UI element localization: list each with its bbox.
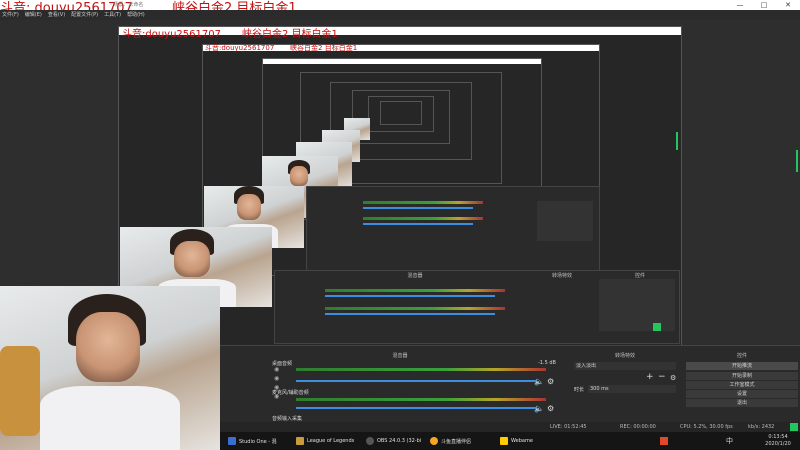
nested-rank-text-2: 峡谷白金2 目标白金1 [290, 44, 358, 52]
taskbar-item-douyu[interactable]: 斗鱼直播伴侣 [426, 432, 475, 450]
taskbar-item-obs[interactable]: OBS 24.0.3 (32-bi [362, 432, 425, 450]
controls-title: 控件 [736, 353, 747, 359]
start-streaming-button[interactable]: 开始推流 [686, 362, 798, 370]
controls-panel: 控件 开始推流 开始录制 工作室模式 设置 退出 [684, 346, 800, 423]
tray-app-icon[interactable] [660, 437, 668, 445]
obs-icon [366, 437, 374, 445]
menu-file[interactable]: 文件(F) [2, 10, 19, 20]
nested-rank-text-1: 峡谷白金2 目标白金1 [242, 29, 338, 40]
status-bar: LIVE: 01:52:45 REC: 00:00:00 CPU: 5.2%, … [220, 422, 800, 432]
mixer-ch2-meter [296, 398, 546, 401]
remove-transition-button[interactable]: − [658, 372, 666, 382]
studio-mode-button[interactable]: 工作室模式 [686, 381, 798, 389]
cpu-status: CPU: 5.2%, 30.00 fps [680, 424, 733, 430]
preview-canvas[interactable]: 斗音:douyu2561707 峡谷白金2 目标白金1 斗音:douyu2561… [0, 20, 800, 450]
stream-health-indicator [790, 423, 798, 431]
mixer-ch2-slider[interactable] [296, 407, 536, 409]
nested-obs-panels-2 [306, 186, 600, 272]
nested-obs-panels-1: 混音器 转场特效 控件 [274, 270, 680, 344]
nested-controls-title: 控件 [634, 273, 645, 279]
nested-title-text-2: 斗音:douyu2561707 [205, 44, 275, 52]
start-recording-button[interactable]: 开始录制 [686, 372, 798, 380]
webame-icon [500, 437, 508, 445]
mixer-panel: 混音器 桌面音频 -1.5 dB 🔈 ⚙ 麦克风/辅助音频 🔈 ⚙ 音频输入采集… [220, 346, 565, 423]
gear-icon[interactable]: ⚙ [670, 374, 676, 382]
speaker-icon[interactable]: 🔈 [534, 404, 544, 413]
resize-handle-edge[interactable] [796, 150, 798, 172]
kbps-status: kb/s: 2432 [748, 424, 775, 430]
speaker-icon[interactable]: 🔈 [534, 377, 544, 386]
live-status: LIVE: 01:52:45 [550, 424, 587, 430]
menu-view[interactable]: 查看(V) [48, 10, 65, 20]
gear-icon[interactable]: ⚙ [547, 404, 554, 413]
taskbar-item-webame[interactable]: Webame [496, 432, 537, 450]
nested-mixer-title: 混音器 [407, 273, 423, 279]
nested-transitions-title: 转场特效 [551, 273, 572, 279]
taskbar-item-studio-one[interactable]: Studio One - 混 [224, 432, 281, 450]
visibility-icons[interactable]: ◉ ◉ ◉ ◉ [274, 365, 282, 407]
webcam-main [0, 286, 220, 450]
menu-help[interactable]: 帮助(H) [127, 10, 145, 20]
transition-select[interactable]: 淡入淡出 [574, 362, 676, 370]
transitions-panel: 转场特效 淡入淡出 + − ⚙ 时长 300 ms [570, 346, 680, 423]
duration-label: 时长 [574, 387, 585, 393]
taskbar: Studio One - 混 League of Legends OBS 24.… [220, 432, 800, 450]
duration-input[interactable]: 300 ms [588, 385, 676, 393]
close-icon[interactable]: ✕ [776, 0, 800, 10]
league-icon [296, 437, 304, 445]
resize-handle-right[interactable] [676, 132, 678, 150]
clock-date: 2020/1/20 [765, 441, 791, 447]
mixer-ch1-meter [296, 368, 546, 371]
app-title-small: - 场景：未命名 [110, 2, 144, 8]
maximize-icon[interactable]: □ [752, 0, 776, 10]
title-bar: 斗音: douyu2561707 峡谷白金2 目标白金1 - 场景：未命名 — … [0, 0, 800, 16]
taskbar-item-league[interactable]: League of Legends [292, 432, 358, 450]
clock-time: 0:13:54 [768, 434, 788, 440]
menu-bar: 文件(F) 编辑(E) 查看(V) 配置文件(P) 工具(T) 帮助(H) [0, 10, 800, 20]
douyu-icon [430, 437, 438, 445]
mixer-ch1-db: -1.5 dB [538, 360, 556, 366]
mixer-ch1-slider[interactable] [296, 380, 536, 382]
mixer-ch3-name: 音频输入采集 [272, 416, 303, 422]
window-controls: — □ ✕ [728, 0, 800, 10]
menu-tools[interactable]: 工具(T) [104, 10, 121, 20]
minimize-icon[interactable]: — [728, 0, 752, 10]
nested-preview-8 [380, 101, 422, 125]
taskbar-clock[interactable]: 0:13:54 2020/1/20 [760, 434, 796, 448]
nested-title-text-1: 斗音:douyu2561707 [122, 29, 221, 40]
add-transition-button[interactable]: + [646, 372, 654, 382]
menu-edit[interactable]: 编辑(E) [25, 10, 42, 20]
menu-profile[interactable]: 配置文件(P) [71, 10, 98, 20]
nested-title-3 [263, 59, 541, 64]
dock-area: 混音器 桌面音频 -1.5 dB 🔈 ⚙ 麦克风/辅助音频 🔈 ⚙ 音频输入采集… [220, 345, 800, 423]
ime-indicator[interactable]: 中 [726, 436, 733, 446]
mixer-title: 混音器 [392, 353, 408, 359]
studio-one-icon [228, 437, 236, 445]
rec-status: REC: 00:00:00 [620, 424, 656, 430]
transitions-title: 转场特效 [614, 353, 635, 359]
settings-button[interactable]: 设置 [686, 390, 798, 398]
exit-button[interactable]: 退出 [686, 399, 798, 407]
gear-icon[interactable]: ⚙ [547, 377, 554, 386]
